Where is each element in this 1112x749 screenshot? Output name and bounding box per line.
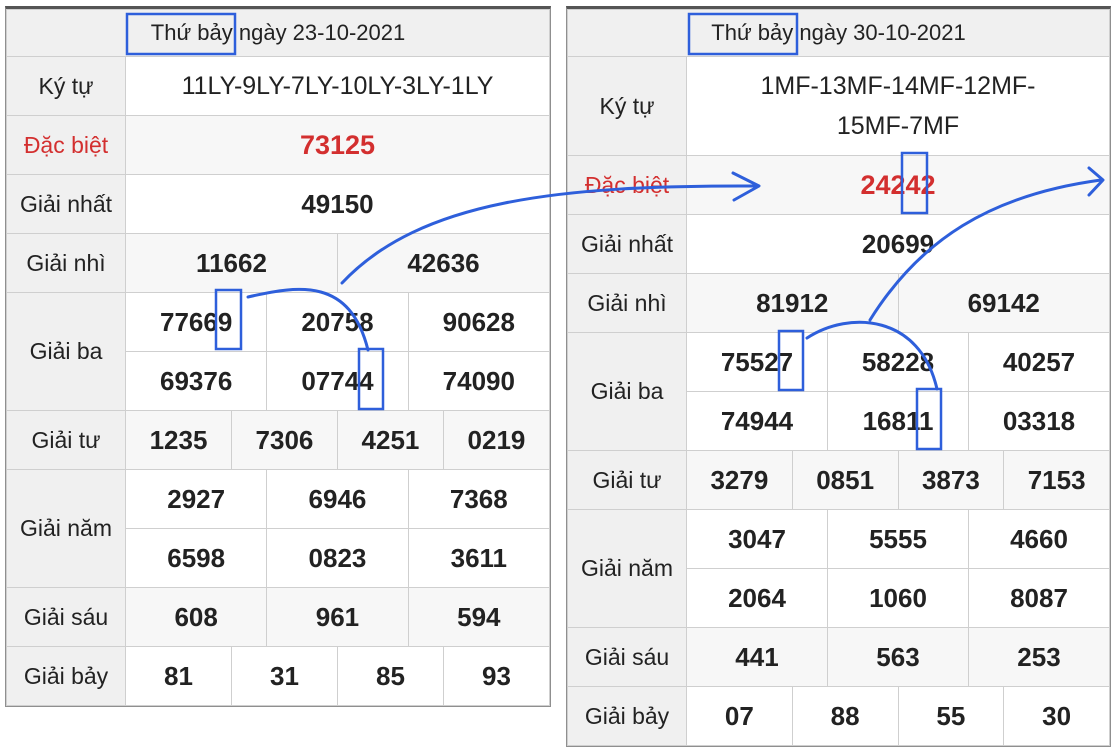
fifth-prize: 2064 bbox=[686, 568, 828, 628]
result-grid: Thứ bảy ngày 23-10-2021 Ký tự 11LY-9LY-7L… bbox=[6, 9, 551, 706]
third-prize: 69376 bbox=[124, 351, 268, 411]
fifth-prize: 7368 bbox=[407, 469, 551, 529]
label-giai-tu: Giải tư bbox=[567, 450, 687, 510]
fifth-prize: 2927 bbox=[124, 469, 268, 529]
result-grid: Thứ bảy ngày 30-10-2021 Ký tự 1MF-13MF-14… bbox=[567, 9, 1110, 746]
result-table-right: Thứ bảy ngày 30-10-2021 Ký tự 1MF-13MF-14… bbox=[566, 6, 1111, 747]
fifth-prize: 0823 bbox=[266, 528, 409, 588]
seventh-prize: 93 bbox=[442, 646, 551, 706]
second-prize: 11662 bbox=[125, 233, 338, 293]
label-giai-nhat: Giải nhất bbox=[6, 174, 126, 234]
fifth-prize: 4660 bbox=[968, 509, 1110, 569]
third-prize: 20758 bbox=[266, 292, 409, 352]
special-prize: 24242 bbox=[686, 155, 1110, 215]
label-giai-tu: Giải tư bbox=[6, 410, 126, 470]
fifth-prize: 5555 bbox=[827, 509, 969, 569]
seventh-prize: 81 bbox=[125, 646, 232, 706]
draw-date-header: Thứ bảy ngày 23-10-2021 bbox=[6, 9, 550, 57]
third-prize: 77669 bbox=[124, 292, 268, 352]
first-prize: 20699 bbox=[686, 214, 1110, 274]
second-prize: 69142 bbox=[897, 273, 1110, 333]
sixth-prize: 961 bbox=[266, 587, 409, 647]
seventh-prize: 88 bbox=[791, 686, 899, 746]
fourth-prize: 4251 bbox=[336, 410, 444, 470]
label-giai-bay: Giải bảy bbox=[567, 686, 687, 746]
label-giai-nhi: Giải nhì bbox=[567, 273, 687, 333]
seventh-prize: 07 bbox=[686, 686, 793, 746]
draw-date-header: Thứ bảy ngày 30-10-2021 bbox=[567, 9, 1110, 57]
label-giai-bay: Giải bảy bbox=[6, 646, 126, 706]
label-giai-ba: Giải ba bbox=[567, 332, 687, 451]
fifth-prize: 6946 bbox=[266, 469, 409, 529]
fourth-prize: 7153 bbox=[1003, 450, 1110, 510]
ky-tu-code: 1MF-13MF-14MF-12MF-15MF-7MF bbox=[686, 56, 1110, 156]
third-prize: 03318 bbox=[968, 391, 1110, 451]
third-prize: 90628 bbox=[407, 292, 551, 352]
label-giai-nam: Giải năm bbox=[567, 509, 687, 628]
fourth-prize: 0851 bbox=[791, 450, 899, 510]
fifth-prize: 3611 bbox=[407, 528, 551, 588]
seventh-prize: 85 bbox=[336, 646, 444, 706]
label-giai-nhi: Giải nhì bbox=[6, 233, 126, 293]
fourth-prize: 3873 bbox=[897, 450, 1005, 510]
label-giai-ba: Giải ba bbox=[6, 292, 126, 411]
label-giai-sau: Giải sáu bbox=[6, 587, 126, 647]
label-ky-tu: Ký tự bbox=[6, 56, 126, 116]
sixth-prize: 563 bbox=[827, 627, 969, 687]
first-prize: 49150 bbox=[125, 174, 550, 234]
fourth-prize: 7306 bbox=[230, 410, 338, 470]
third-prize: 74944 bbox=[686, 391, 828, 451]
label-ky-tu: Ký tự bbox=[567, 56, 687, 156]
label-giai-nam: Giải năm bbox=[6, 469, 126, 588]
seventh-prize: 31 bbox=[230, 646, 338, 706]
label-dac-biet: Đặc biệt bbox=[6, 115, 126, 175]
label-giai-nhat: Giải nhất bbox=[567, 214, 687, 274]
sixth-prize: 594 bbox=[407, 587, 551, 647]
sixth-prize: 608 bbox=[124, 587, 268, 647]
fifth-prize: 1060 bbox=[827, 568, 969, 628]
fifth-prize: 6598 bbox=[124, 528, 268, 588]
third-prize: 74090 bbox=[407, 351, 551, 411]
seventh-prize: 30 bbox=[1003, 686, 1110, 746]
fourth-prize: 1235 bbox=[125, 410, 232, 470]
third-prize: 75527 bbox=[686, 332, 828, 392]
fourth-prize: 3279 bbox=[686, 450, 793, 510]
second-prize: 42636 bbox=[336, 233, 551, 293]
sixth-prize: 253 bbox=[968, 627, 1110, 687]
third-prize: 40257 bbox=[968, 332, 1110, 392]
third-prize: 58228 bbox=[827, 332, 969, 392]
third-prize: 16811 bbox=[827, 391, 969, 451]
label-giai-sau: Giải sáu bbox=[567, 627, 687, 687]
third-prize: 07744 bbox=[266, 351, 409, 411]
ky-tu-code: 11LY-9LY-7LY-10LY-3LY-1LY bbox=[125, 56, 550, 116]
fifth-prize: 3047 bbox=[686, 509, 828, 569]
seventh-prize: 55 bbox=[897, 686, 1005, 746]
label-dac-biet: Đặc biệt bbox=[567, 155, 687, 215]
fifth-prize: 8087 bbox=[968, 568, 1110, 628]
second-prize: 81912 bbox=[686, 273, 899, 333]
sixth-prize: 441 bbox=[686, 627, 828, 687]
special-prize: 73125 bbox=[125, 115, 550, 175]
result-table-left: Thứ bảy ngày 23-10-2021 Ký tự 11LY-9LY-7L… bbox=[5, 6, 551, 707]
fourth-prize: 0219 bbox=[442, 410, 551, 470]
